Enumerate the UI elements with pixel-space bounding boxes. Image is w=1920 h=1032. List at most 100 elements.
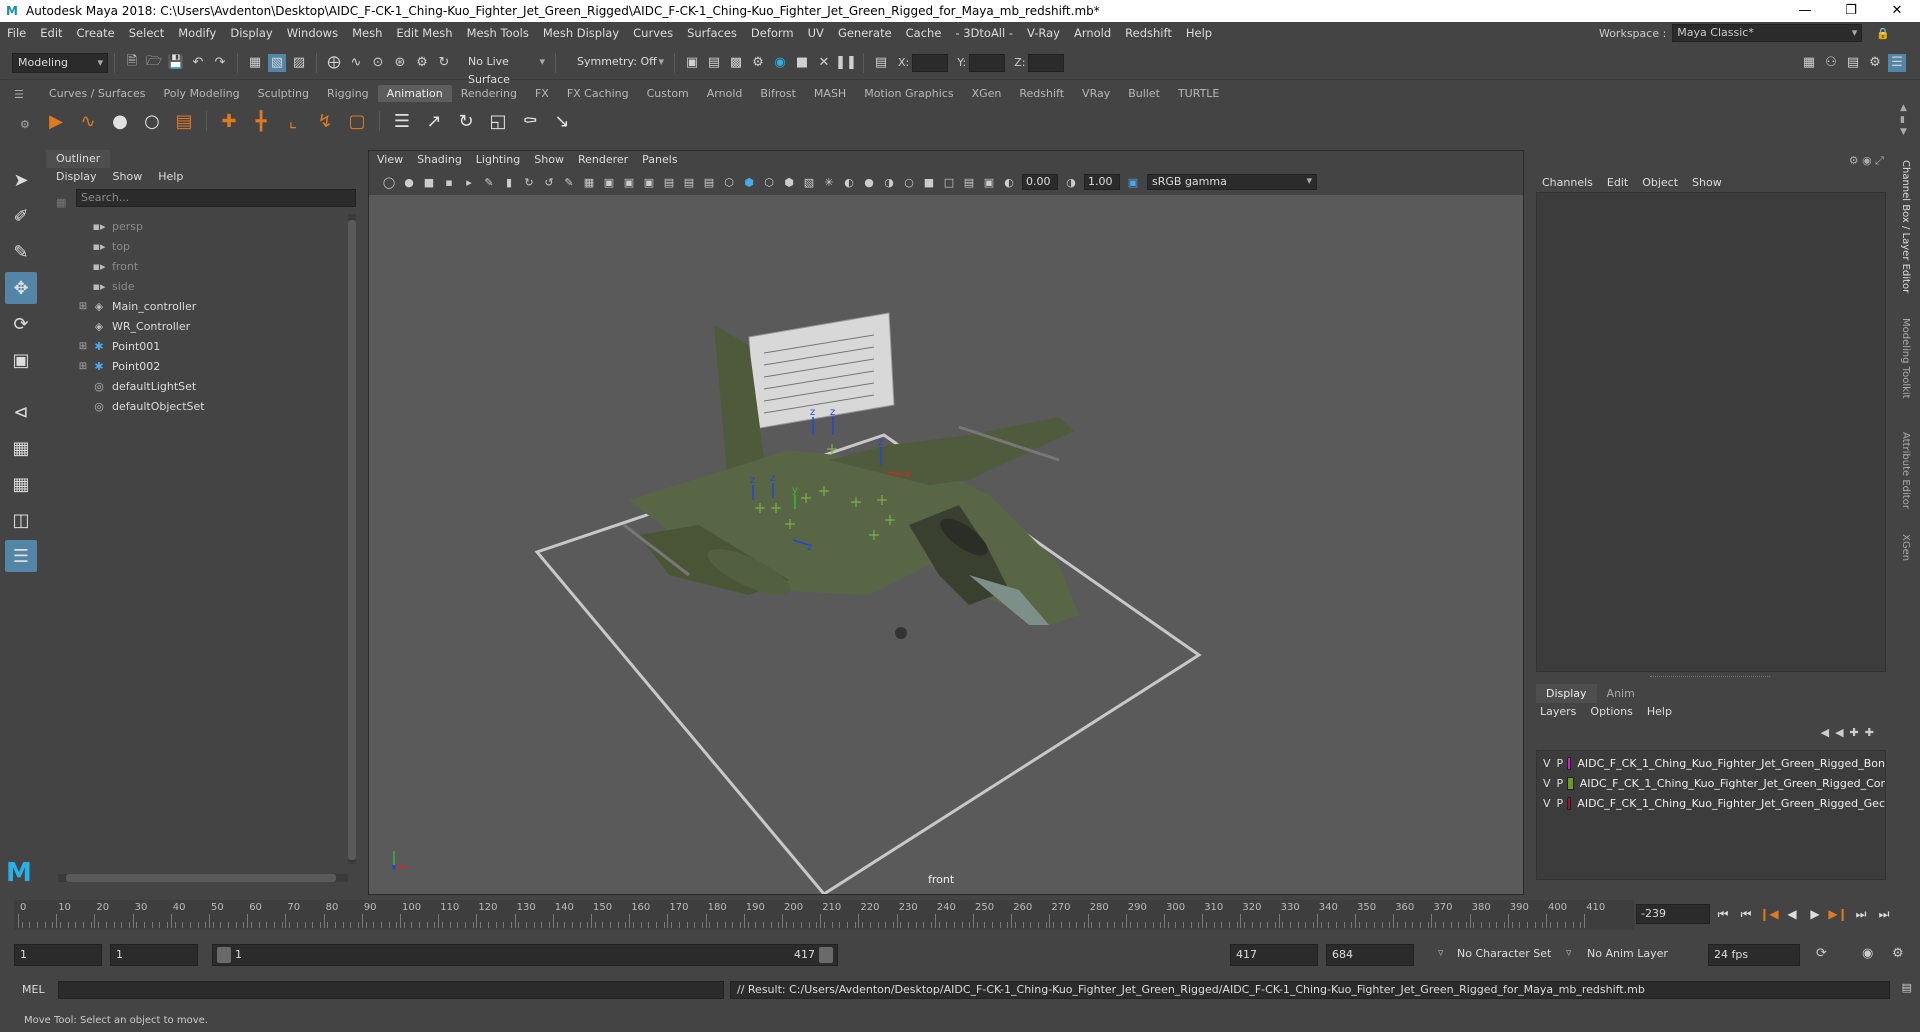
- save-scene-icon[interactable]: 💾: [167, 54, 185, 72]
- field-chart-icon[interactable]: ▤: [661, 174, 677, 190]
- command-input[interactable]: [58, 981, 724, 999]
- motion-trail-icon[interactable]: ∿: [74, 107, 102, 135]
- two-view-layout-icon[interactable]: ◫: [5, 504, 37, 536]
- side-tab-channel-box[interactable]: Channel Box / Layer Editor: [1900, 160, 1911, 293]
- layer-visibility-toggle[interactable]: V: [1543, 797, 1551, 810]
- outliner-layout-icon[interactable]: ☰: [5, 540, 37, 572]
- two-d-pan-icon[interactable]: ▸: [461, 174, 477, 190]
- point-constraint-icon[interactable]: ☰: [388, 107, 416, 135]
- anim-layer-dropdown[interactable]: No Anim Layer: [1582, 944, 1682, 966]
- anti-alias-icon[interactable]: ○: [901, 174, 917, 190]
- select-component-icon[interactable]: ▨: [290, 54, 308, 72]
- minimize-icon[interactable]: —: [1782, 0, 1828, 22]
- animation-preferences-icon[interactable]: ⚙: [1892, 946, 1904, 961]
- four-view-layout-icon[interactable]: ▦: [5, 468, 37, 500]
- undo-icon[interactable]: ↶: [189, 54, 207, 72]
- outliner-menu-help[interactable]: Help: [158, 170, 183, 183]
- scale-tool-icon[interactable]: ▣: [5, 344, 37, 376]
- lasso-tool-icon[interactable]: ✐: [5, 200, 37, 232]
- render-frame-icon[interactable]: ▣: [683, 54, 701, 72]
- shelf-tab-custom[interactable]: Custom: [638, 85, 698, 102]
- expand-icon[interactable]: ⊞: [76, 361, 90, 372]
- resolution-gate-icon[interactable]: ▣: [621, 174, 637, 190]
- shelf-tab-redshift[interactable]: Redshift: [1010, 85, 1073, 102]
- layer-playback-toggle[interactable]: P: [1557, 757, 1564, 770]
- snap-curve-icon[interactable]: ∿: [347, 54, 365, 72]
- camera-move-icon[interactable]: ↻: [521, 174, 537, 190]
- loop-icon[interactable]: ⟳: [1816, 946, 1827, 961]
- render-setup-icon[interactable]: ■: [793, 54, 811, 72]
- splitter-handle[interactable]: [1650, 676, 1770, 679]
- ghost-icon[interactable]: ●: [106, 107, 134, 135]
- select-camera-icon[interactable]: ◯: [381, 174, 397, 190]
- viewport-menu-lighting[interactable]: Lighting: [476, 153, 520, 169]
- menu-deform[interactable]: Deform: [744, 26, 801, 40]
- workspace-dropdown[interactable]: Maya Classic*: [1672, 24, 1863, 42]
- outliner-menu-display[interactable]: Display: [56, 170, 97, 183]
- list-item[interactable]: ◎ defaultObjectSet: [50, 396, 350, 416]
- view-transform-dropdown[interactable]: sRGB gamma: [1147, 174, 1317, 190]
- layer-visibility-toggle[interactable]: V: [1543, 777, 1551, 790]
- range-end-handle[interactable]: [819, 947, 833, 963]
- menu-curves[interactable]: Curves: [626, 26, 680, 40]
- input-mode-icon[interactable]: ▤: [872, 54, 890, 72]
- shelf-tab-motion-graphics[interactable]: Motion Graphics: [855, 85, 962, 102]
- modeling-toolkit-icon[interactable]: ▦: [1800, 54, 1818, 72]
- menu-mesh[interactable]: Mesh: [345, 26, 389, 40]
- lock-icon[interactable]: 🔒: [1876, 27, 1890, 40]
- menu-mesh-display[interactable]: Mesh Display: [536, 26, 626, 40]
- cluster-icon[interactable]: ▢: [343, 107, 371, 135]
- shelf-menu-icon[interactable]: ☰: [14, 88, 24, 101]
- menu-arnold[interactable]: Arnold: [1067, 26, 1118, 40]
- menu-modify[interactable]: Modify: [171, 26, 223, 40]
- search-filter-icon[interactable]: ▦: [56, 196, 66, 209]
- step-forward-key-icon[interactable]: ⏭: [1851, 904, 1871, 924]
- scene-start-field[interactable]: 1: [14, 944, 102, 966]
- play-backwards-icon[interactable]: ◀: [1782, 904, 1802, 924]
- safe-title-icon[interactable]: ▤: [701, 174, 717, 190]
- wireframe-on-shaded-icon[interactable]: ⬡: [761, 174, 777, 190]
- layer-tab-display[interactable]: Display: [1536, 684, 1597, 703]
- parent-constraint-icon[interactable]: ⚰: [516, 107, 544, 135]
- time-editor-icon[interactable]: ▤: [170, 107, 198, 135]
- character-set-dropdown[interactable]: No Character Set: [1452, 944, 1564, 966]
- shelf-tab-bullet[interactable]: Bullet: [1119, 85, 1169, 102]
- camera-orbit-icon[interactable]: ↺: [541, 174, 557, 190]
- side-tab-attribute-editor[interactable]: Attribute Editor: [1900, 432, 1911, 509]
- menu-edit[interactable]: Edit: [33, 26, 69, 40]
- bind-skin-icon[interactable]: ⌞: [279, 107, 307, 135]
- render-settings-icon[interactable]: ⚙: [749, 54, 767, 72]
- color-management-icon[interactable]: ▣: [1125, 174, 1141, 190]
- open-scene-icon[interactable]: 🗁: [145, 54, 163, 72]
- layer-color-swatch[interactable]: [1567, 756, 1572, 770]
- gamma-icon[interactable]: ◑: [1063, 174, 1079, 190]
- shelf-tab-rendering[interactable]: Rendering: [452, 85, 526, 102]
- move-tool-icon[interactable]: ✥: [5, 272, 37, 304]
- single-perspective-layout-icon[interactable]: ▦: [5, 432, 37, 464]
- time-slider[interactable]: 0 10 20 30 40 50 60 70 80 90 100 110 120 130 140 150 160…: [14, 900, 1634, 934]
- side-tab-modeling-toolkit[interactable]: Modeling Toolkit: [1900, 318, 1911, 399]
- step-back-frame-icon[interactable]: ❙◀: [1759, 904, 1779, 924]
- pole-vector-icon[interactable]: ↘: [548, 107, 576, 135]
- last-tool-icon[interactable]: ⊲: [5, 396, 37, 428]
- go-to-end-icon[interactable]: ⏭: [1874, 904, 1894, 924]
- layer-menu-help[interactable]: Help: [1647, 705, 1672, 718]
- pause-render-icon[interactable]: ❚❚: [835, 54, 857, 72]
- exposure-icon[interactable]: ◐: [1001, 174, 1017, 190]
- grid-icon[interactable]: ▦: [581, 174, 597, 190]
- viewport-menu-view[interactable]: View: [377, 153, 403, 169]
- playback-start-field[interactable]: 1: [110, 944, 198, 966]
- range-start-handle[interactable]: [217, 947, 231, 963]
- layer-action-icons[interactable]: ◀◀✚✚: [1821, 726, 1880, 739]
- layer-menu-layers[interactable]: Layers: [1540, 705, 1576, 718]
- snap-surface-icon[interactable]: ⚙: [413, 54, 431, 72]
- motion-blur-icon[interactable]: ◑: [881, 174, 897, 190]
- layer-row[interactable]: V P AIDC_F_CK_1_Ching_Kuo_Fighter_Jet_Gr…: [1537, 753, 1885, 773]
- shelf-tab-xgen[interactable]: XGen: [963, 85, 1011, 102]
- orient-constraint-icon[interactable]: ↻: [452, 107, 480, 135]
- shelf-scroll-icon[interactable]: ▲ ▮ ▼: [1900, 102, 1907, 138]
- shelf-tab-curves-surfaces[interactable]: Curves / Surfaces: [40, 85, 155, 102]
- menu-generate[interactable]: Generate: [831, 26, 899, 40]
- shelf-tab-rigging[interactable]: Rigging: [318, 85, 378, 102]
- select-object-icon[interactable]: ▧: [268, 53, 286, 72]
